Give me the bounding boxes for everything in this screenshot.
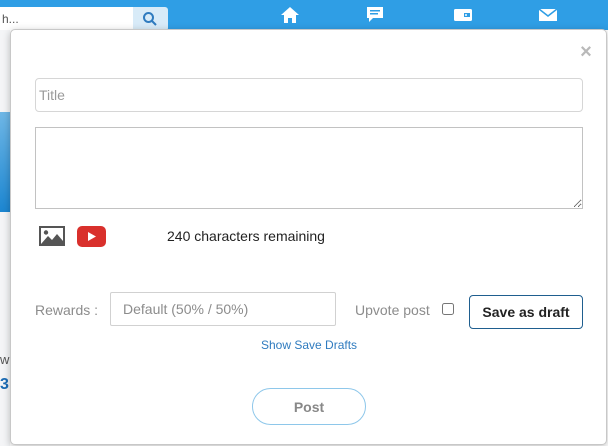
title-input[interactable] bbox=[35, 78, 583, 112]
chat-icon[interactable] bbox=[364, 5, 386, 25]
search-input[interactable] bbox=[0, 7, 133, 31]
upvote-post-checkbox[interactable] bbox=[442, 303, 454, 315]
show-save-drafts-link[interactable]: Show Save Drafts bbox=[261, 338, 357, 352]
wallet-icon[interactable] bbox=[452, 5, 474, 25]
search-button[interactable] bbox=[133, 7, 168, 31]
background-banner bbox=[0, 112, 10, 212]
new-post-dialog: × 240 characters remaining Rewards : Upv… bbox=[10, 29, 607, 445]
home-icon[interactable] bbox=[279, 5, 301, 25]
top-navigation-bar bbox=[0, 0, 608, 31]
image-icon[interactable] bbox=[39, 226, 65, 246]
background-text: w bbox=[0, 352, 10, 367]
youtube-icon[interactable] bbox=[77, 226, 106, 247]
rewards-label: Rewards : bbox=[35, 302, 99, 318]
mail-icon[interactable] bbox=[537, 5, 559, 25]
rewards-input[interactable] bbox=[110, 292, 336, 326]
post-body-textarea[interactable] bbox=[35, 127, 583, 209]
background-number: 3 bbox=[0, 376, 9, 393]
search-icon bbox=[143, 12, 157, 26]
characters-remaining: 240 characters remaining bbox=[167, 228, 325, 244]
save-as-draft-button[interactable]: Save as draft bbox=[469, 295, 583, 329]
post-button[interactable]: Post bbox=[252, 388, 366, 425]
close-icon[interactable]: × bbox=[578, 42, 594, 62]
upvote-post-label: Upvote post bbox=[355, 302, 430, 318]
